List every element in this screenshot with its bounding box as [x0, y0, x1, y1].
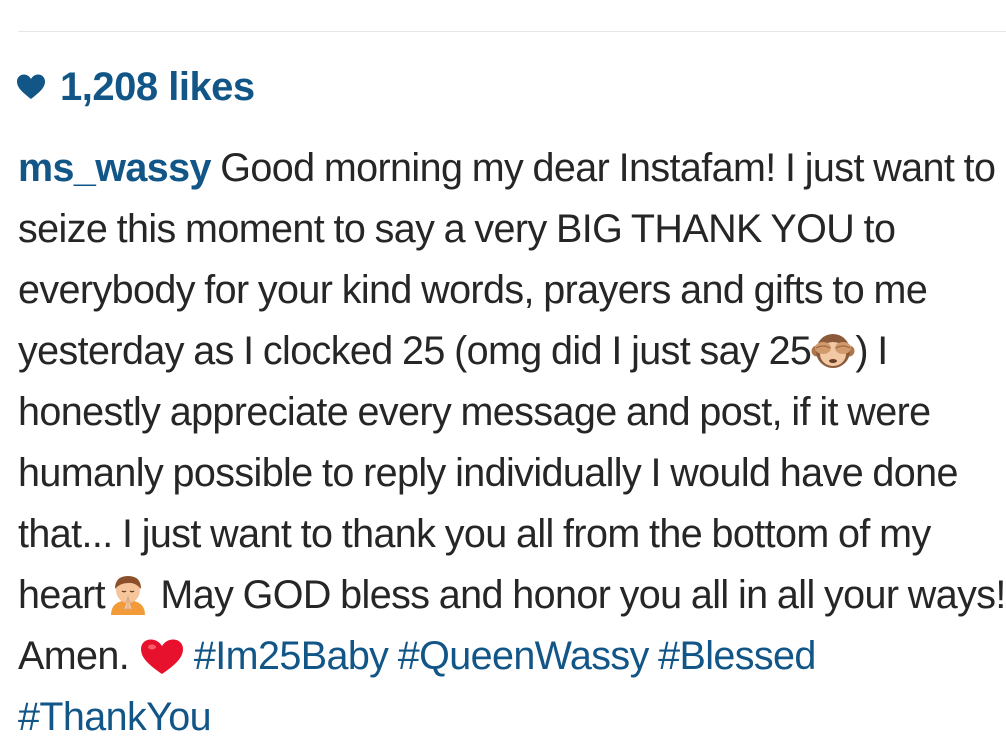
hashtag-link[interactable]: #Blessed: [658, 634, 816, 678]
likes-row[interactable]: 1,208 likes: [16, 62, 255, 112]
red-heart-icon: [139, 638, 185, 676]
hashtag-link[interactable]: #ThankYou: [18, 695, 212, 739]
see-no-evil-monkey-icon: [811, 331, 855, 371]
heart-icon: [16, 73, 46, 101]
divider: [18, 31, 1006, 32]
hashtag-link[interactable]: #Im25Baby: [194, 634, 389, 678]
hashtag-link[interactable]: #QueenWassy: [398, 634, 650, 678]
caption: ms_wassy Good morning my dear Instafam! …: [18, 138, 1006, 748]
username-link[interactable]: ms_wassy: [18, 146, 211, 190]
folded-hands-person-icon: [105, 573, 151, 615]
likes-count[interactable]: 1,208 likes: [60, 67, 255, 107]
